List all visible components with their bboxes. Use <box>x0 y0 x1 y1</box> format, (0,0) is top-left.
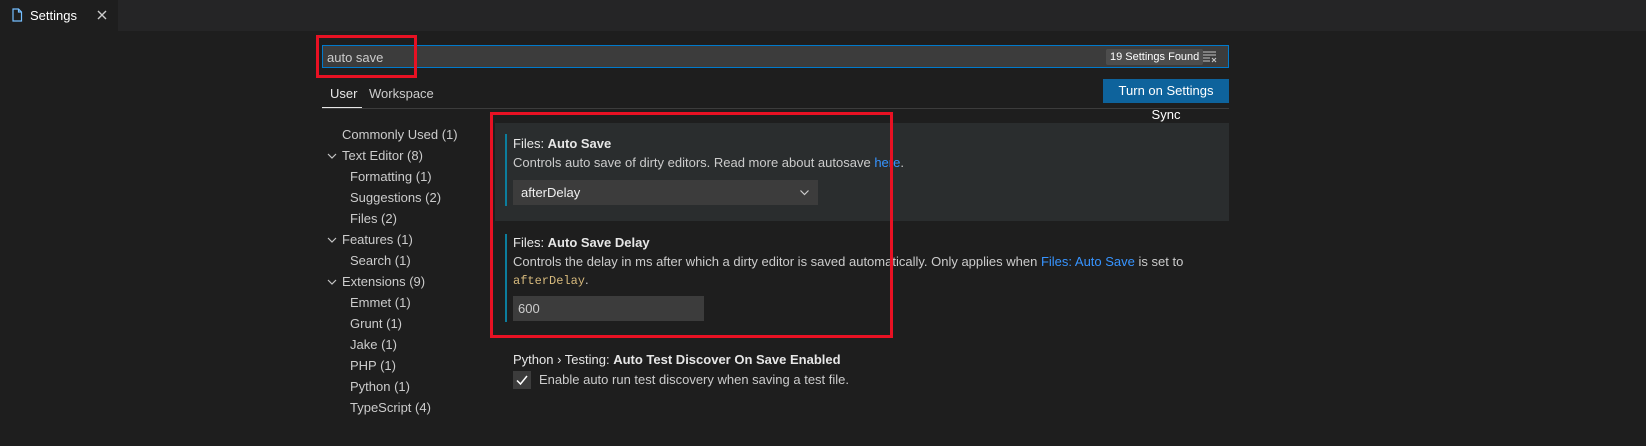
editor-tab-bar: Settings <box>0 0 1646 31</box>
toc-item-suggestions[interactable]: Suggestions (2) <box>350 190 441 206</box>
toc-item-text-editor[interactable]: Text Editor (8) <box>342 148 423 164</box>
setting-title-auto-save: Files: Auto Save <box>513 136 611 152</box>
toc-item-files[interactable]: Files (2) <box>350 211 397 227</box>
close-icon[interactable] <box>94 7 110 23</box>
active-tab-underline <box>322 107 362 108</box>
files-auto-save-link[interactable]: Files: Auto Save <box>1041 254 1135 269</box>
tab-user[interactable]: User <box>330 86 357 102</box>
scope-divider <box>322 108 1229 109</box>
toc-item-extensions[interactable]: Extensions (9) <box>342 274 425 290</box>
tab-settings[interactable]: Settings <box>0 0 118 31</box>
checkbox-label[interactable]: Enable auto run test discovery when savi… <box>539 371 849 389</box>
setting-key: Auto Save <box>547 136 612 151</box>
checkmark-icon <box>516 375 528 386</box>
chevron-down-icon[interactable] <box>326 150 338 162</box>
tab-workspace[interactable]: Workspace <box>369 86 434 102</box>
setting-category: Files: <box>513 136 548 151</box>
auto-save-select[interactable]: afterDelay <box>513 180 818 205</box>
description-text: Controls the delay in ms after which a d… <box>513 254 1041 269</box>
toc-item-php[interactable]: PHP (1) <box>350 358 396 374</box>
setting-category: Python › Testing: <box>513 352 614 367</box>
modified-indicator <box>505 134 507 206</box>
toc-item-commonly-used[interactable]: Commonly Used (1) <box>342 127 458 143</box>
clear-filter-icon[interactable] <box>1202 49 1218 65</box>
tab-label: Settings <box>30 8 77 23</box>
toc-item-typescript[interactable]: TypeScript (4) <box>350 400 431 416</box>
chevron-down-icon[interactable] <box>326 234 338 246</box>
setting-key: Auto Test Discover On Save Enabled <box>613 352 841 367</box>
description-text: . <box>900 155 904 170</box>
setting-category: Files: <box>513 235 548 250</box>
setting-title-python-test-discover: Python › Testing: Auto Test Discover On … <box>513 352 841 368</box>
search-input[interactable] <box>327 48 1087 66</box>
setting-description-auto-save: Controls auto save of dirty editors. Rea… <box>513 154 904 172</box>
auto-save-delay-input[interactable] <box>513 296 704 321</box>
chevron-down-icon[interactable] <box>326 276 338 288</box>
description-text: . <box>585 272 589 287</box>
toc-item-features[interactable]: Features (1) <box>342 232 413 248</box>
toc-item-python[interactable]: Python (1) <box>350 379 410 395</box>
description-text: Controls auto save of dirty editors. Rea… <box>513 155 875 170</box>
setting-key: Auto Save Delay <box>547 235 650 250</box>
toc-item-search[interactable]: Search (1) <box>350 253 411 269</box>
description-text: is set to <box>1134 254 1184 269</box>
toc-item-grunt[interactable]: Grunt (1) <box>350 316 402 332</box>
autosave-here-link[interactable]: here <box>874 155 900 170</box>
inline-code: afterDelay <box>513 274 586 288</box>
results-count-badge: 19 Settings Found <box>1106 49 1204 65</box>
file-icon <box>12 8 23 22</box>
turn-on-settings-sync-button[interactable]: Turn on Settings Sync <box>1103 79 1229 122</box>
toc-item-formatting[interactable]: Formatting (1) <box>350 169 432 185</box>
setting-description-auto-save-delay-line2: afterDelay. <box>513 271 589 290</box>
setting-title-auto-save-delay: Files: Auto Save Delay <box>513 235 650 251</box>
toc-item-jake[interactable]: Jake (1) <box>350 337 397 353</box>
chevron-down-icon <box>800 190 809 196</box>
select-value: afterDelay <box>521 185 581 200</box>
modified-indicator <box>505 234 507 322</box>
setting-description-auto-save-delay: Controls the delay in ms after which a d… <box>513 253 1183 271</box>
settings-search-box: 19 Settings Found <box>322 45 1229 68</box>
toc-item-emmet[interactable]: Emmet (1) <box>350 295 411 311</box>
auto-test-discover-checkbox[interactable] <box>513 371 531 389</box>
